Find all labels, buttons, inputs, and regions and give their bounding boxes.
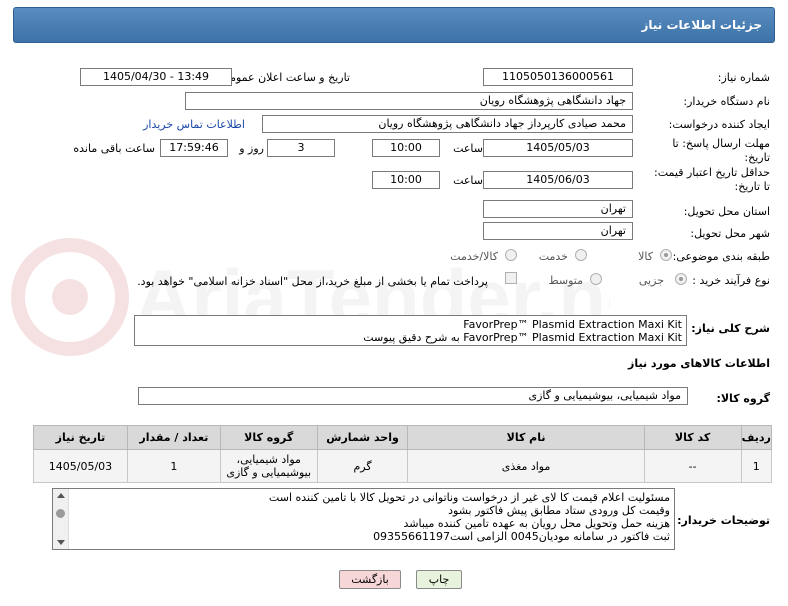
requester-field: محمد صیادی کارپرداز جهاد دانشگاهی پژوهشگ… (262, 115, 633, 133)
category-option-goods: کالا (638, 250, 653, 263)
city-field: تهران (483, 222, 633, 240)
category-radio-both[interactable] (505, 249, 517, 261)
scroll-down-icon[interactable] (57, 540, 65, 545)
col-header-group: گروه کالا (219, 425, 318, 450)
days-label: روز و (239, 142, 264, 155)
buyer-notes-label: توضیحات خریدار: (677, 514, 770, 527)
need-number-field: 1105050136000561 (483, 68, 633, 86)
back-button[interactable]: بازگشت (339, 570, 401, 589)
price-validity-label-2: تا تاریخ: (734, 180, 770, 193)
city-label: شهر محل تحویل: (690, 227, 770, 240)
reply-date-field: 1405/05/03 (483, 139, 633, 157)
buyer-contact-link[interactable]: اطلاعات تماس خریدار (143, 118, 245, 131)
announce-datetime-field: 1405/04/30 - 13:49 (80, 68, 232, 86)
price-validity-time-label: ساعت (453, 174, 483, 187)
cell-group-line-2: بیوشیمیایی و گازی (226, 466, 312, 479)
process-label: نوع فرآیند خرید : (692, 274, 770, 287)
watermark-logo-mark (11, 238, 129, 356)
description-label: شرح کلی نیاز: (691, 322, 770, 335)
process-option-medium: متوسط (548, 274, 583, 287)
table-header-row: ردیف کد کالا نام کالا واحد شمارش گروه کا… (33, 425, 773, 450)
cell-qty: 1 (126, 449, 221, 483)
process-radio-medium[interactable] (590, 273, 602, 285)
goods-group-label: گروه کالا: (716, 392, 770, 405)
buyer-notes-textarea[interactable]: مسئولیت اعلام قیمت کا لای غیر از درخواست… (52, 488, 675, 550)
price-validity-time-field: 10:00 (372, 171, 440, 189)
cell-group: مواد شیمیایی، بیوشیمیایی و گازی (219, 449, 318, 483)
need-number-label: شماره نیاز: (717, 71, 770, 84)
category-option-both: کالا/خدمت (450, 250, 498, 263)
category-radio-goods[interactable] (660, 249, 672, 261)
reply-time-label: ساعت (453, 142, 483, 155)
category-radio-service[interactable] (575, 249, 587, 261)
page-title: جزئیات اطلاعات نیاز (641, 18, 762, 32)
buyer-note-line-2: وقیمت کل ورودی ستاد مطابق پیش فاکتور بشو… (448, 504, 670, 517)
notes-scrollbar[interactable] (53, 489, 69, 549)
col-header-code: کد کالا (643, 425, 742, 450)
table-row[interactable]: 1 -- مواد مغذی گرم مواد شیمیایی، بیوشیمی… (33, 449, 773, 483)
description-line-2: FavorPrep™ Plasmid Extraction Maxi Kit ب… (363, 331, 682, 344)
buyer-note-line-4: ثبت فاکتور در سامانه مودیان0045 الزامی ا… (373, 530, 670, 543)
buyer-org-field: جهاد دانشگاهی پژوهشگاه رویان (185, 92, 633, 110)
remaining-label: ساعت باقی مانده (73, 142, 155, 155)
price-validity-date-field: 1405/06/03 (483, 171, 633, 189)
province-label: استان محل تحویل: (683, 205, 770, 218)
payment-note: پرداخت تمام یا بخشی از مبلغ خرید،از محل … (137, 275, 488, 288)
cell-code: -- (643, 449, 742, 483)
requester-label: ایجاد کننده درخواست: (668, 118, 770, 131)
remaining-time-field: 17:59:46 (160, 139, 228, 157)
col-header-name: نام کالا (407, 425, 645, 450)
reply-days-field: 3 (267, 139, 335, 157)
category-label: طبقه بندی موضوعی: (672, 250, 770, 263)
goods-info-title: اطلاعات کالاهای مورد نیاز (628, 357, 770, 370)
cell-group-line-1: مواد شیمیایی، (236, 453, 301, 466)
process-option-minor: جزیی (638, 274, 664, 287)
category-option-service: خدمت (538, 250, 568, 263)
payment-checkbox[interactable] (505, 272, 517, 284)
header-bar: جزئیات اطلاعات نیاز (13, 7, 775, 43)
cell-date: 1405/05/03 (33, 449, 128, 483)
reply-time-field: 10:00 (372, 139, 440, 157)
reply-deadline-label-2: تاریخ: (744, 151, 770, 164)
reply-deadline-label: مهلت ارسال پاسخ: تا (672, 137, 770, 150)
goods-group-field: مواد شیمیایی، بیوشیمیایی و گازی (138, 387, 688, 405)
buyer-notes-text: مسئولیت اعلام قیمت کا لای غیر از درخواست… (71, 491, 670, 543)
buyer-note-line-3: هزینه حمل وتحویل محل رویان به عهده تامین… (403, 517, 670, 530)
print-button[interactable]: چاپ (416, 570, 462, 589)
cell-unit: گرم (316, 449, 409, 483)
col-header-qty: تعداد / مقدار (126, 425, 221, 450)
process-radio-minor[interactable] (675, 273, 687, 285)
cell-row-num: 1 (740, 449, 773, 483)
province-field: تهران (483, 200, 633, 218)
cell-name: مواد مغذی (407, 449, 645, 483)
scroll-up-icon[interactable] (57, 493, 65, 498)
price-validity-label: حداقل تاریخ اعتبار قیمت: (654, 166, 770, 179)
buyer-org-label: نام دستگاه خریدار: (683, 95, 770, 108)
description-textarea[interactable]: FavorPrep™ Plasmid Extraction Maxi Kit F… (134, 315, 687, 346)
description-line-1: FavorPrep™ Plasmid Extraction Maxi Kit (463, 318, 682, 331)
col-header-row-num: ردیف (740, 425, 773, 450)
col-header-unit: واحد شمارش (316, 425, 409, 450)
col-header-date: تاریخ نیاز (33, 425, 128, 450)
announce-datetime-label: تاریخ و ساعت اعلان عمومی: (217, 71, 350, 84)
buyer-note-line-1: مسئولیت اعلام قیمت کا لای غیر از درخواست… (268, 491, 670, 504)
scroll-thumb[interactable] (56, 509, 65, 518)
goods-table: ردیف کد کالا نام کالا واحد شمارش گروه کا… (33, 425, 773, 483)
